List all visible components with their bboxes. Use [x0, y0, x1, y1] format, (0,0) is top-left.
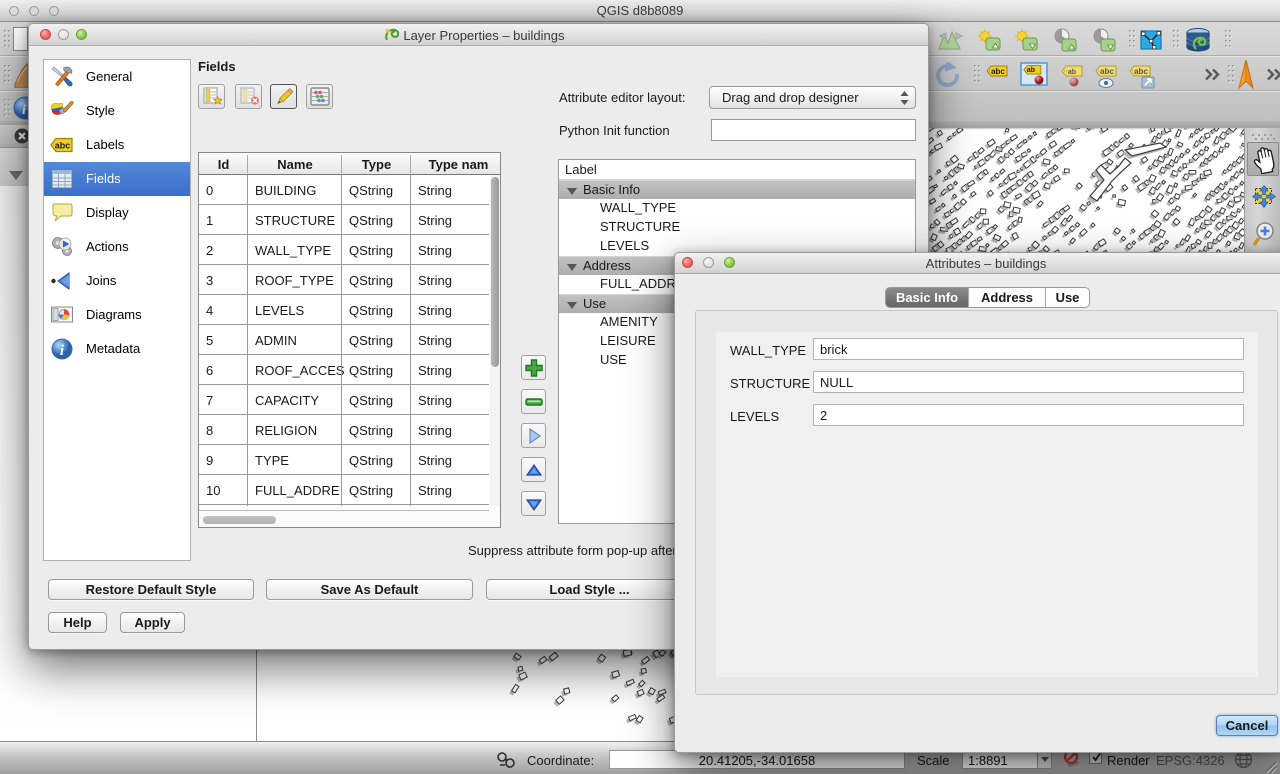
svg-text:ab: ab [1027, 67, 1035, 74]
svg-text:abc: abc [55, 141, 71, 151]
svg-text:ab: ab [1068, 69, 1076, 76]
svg-text:i: i [22, 103, 26, 118]
svg-text:abc: abc [1134, 67, 1148, 76]
svg-text:abc: abc [1100, 67, 1114, 76]
svg-text:abc: abc [991, 67, 1005, 76]
